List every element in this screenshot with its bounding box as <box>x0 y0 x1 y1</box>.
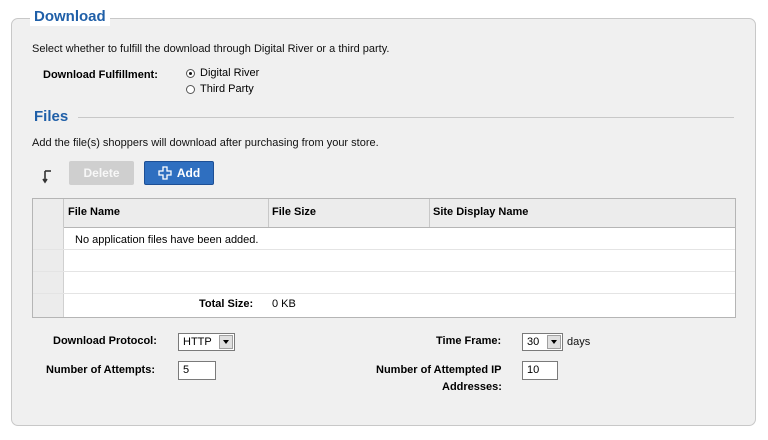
delete-button[interactable]: Delete <box>69 161 134 185</box>
timeframe-unit: days <box>567 336 591 348</box>
table-header <box>33 199 735 228</box>
download-heading: Download <box>30 8 110 26</box>
radio-button-third-party[interactable] <box>186 84 195 94</box>
column-separator <box>268 199 269 227</box>
radio-label-digital-river: Digital River <box>200 67 260 79</box>
total-size-label: Total Size: <box>199 298 254 310</box>
indent-arrow-icon[interactable] <box>42 169 54 185</box>
row-gutter <box>33 227 64 317</box>
column-header-file-name[interactable]: File Name <box>68 206 120 218</box>
radio-label-third-party: Third Party <box>200 83 254 95</box>
timeframe-select-value: 30 <box>527 336 540 348</box>
protocol-select[interactable]: HTTP <box>178 333 235 351</box>
radio-digital-river[interactable]: Digital River <box>186 67 259 79</box>
timeframe-select[interactable]: 30 <box>522 333 563 351</box>
total-size-value: 0 KB <box>272 298 296 310</box>
column-header-site-display-name[interactable]: Site Display Name <box>433 206 528 218</box>
ip-attempts-input[interactable]: 10 <box>522 361 558 380</box>
table-row-divider <box>33 271 735 272</box>
table-row-divider <box>33 293 735 294</box>
chevron-down-icon[interactable] <box>547 335 561 349</box>
timeframe-label: Time Frame: <box>436 335 502 347</box>
files-heading: Files <box>30 108 73 126</box>
column-separator <box>429 199 430 227</box>
radio-third-party[interactable]: Third Party <box>186 83 254 95</box>
column-separator <box>63 199 64 227</box>
radio-button-digital-river[interactable] <box>186 68 195 78</box>
files-divider <box>78 117 734 118</box>
empty-table-message: No application files have been added. <box>75 234 259 246</box>
plus-icon <box>158 166 172 180</box>
column-header-file-size[interactable]: File Size <box>272 206 316 218</box>
table-row-divider <box>33 249 735 250</box>
attempts-input[interactable]: 5 <box>178 361 216 380</box>
add-button-label: Add <box>176 166 201 180</box>
attempts-label: Number of Attempts: <box>46 364 155 376</box>
ip-label-line1: Number of Attempted IP <box>376 364 502 376</box>
ip-label-line2: Addresses: <box>442 381 502 393</box>
chevron-down-icon[interactable] <box>219 335 233 349</box>
protocol-select-value: HTTP <box>183 336 212 348</box>
download-description: Select whether to fulfill the download t… <box>32 43 390 55</box>
add-button[interactable]: Add <box>144 161 214 185</box>
fulfillment-label: Download Fulfillment: <box>43 69 158 81</box>
protocol-label: Download Protocol: <box>53 335 157 347</box>
files-table: File Name File Size Site Display Name No… <box>32 198 736 318</box>
files-description: Add the file(s) shoppers will download a… <box>32 137 379 149</box>
